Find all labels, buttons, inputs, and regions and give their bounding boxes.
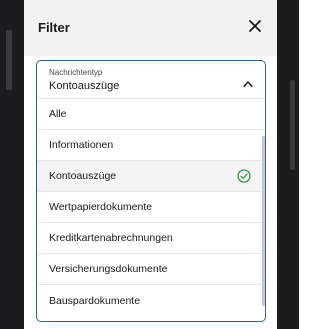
- message-type-dropdown[interactable]: Nachrichtentyp Kontoauszüge Alle Informa…: [36, 60, 266, 322]
- dropdown-selected-value: Kontoauszüge: [49, 80, 120, 92]
- dropdown-header[interactable]: Nachrichtentyp Kontoauszüge: [37, 61, 265, 99]
- chevron-up-icon[interactable]: [243, 80, 253, 88]
- option-kreditkartenabrechnungen[interactable]: Kreditkartenabrechnungen: [37, 223, 265, 254]
- close-button[interactable]: [243, 14, 267, 38]
- option-label: Versicherungsdokumente: [49, 263, 168, 275]
- device-side-button: [290, 80, 295, 170]
- option-versicherungsdokumente[interactable]: Versicherungsdokumente: [37, 254, 265, 285]
- filter-sheet: Nachrichtentyp Kontoauszüge Alle Informa…: [24, 56, 277, 329]
- option-label: Kreditkartenabrechnungen: [49, 232, 173, 244]
- option-wertpapierdokumente[interactable]: Wertpapierdokumente: [37, 192, 265, 223]
- option-label: Kontoauszüge: [49, 170, 117, 182]
- option-label: Wertpapierdokumente: [49, 201, 153, 213]
- option-list: Alle Informationen Kontoauszüge Wertpapi…: [37, 99, 265, 316]
- scrollbar[interactable]: [262, 136, 265, 306]
- device-frame-left: [0, 0, 24, 329]
- check-circle-icon: [237, 169, 251, 183]
- option-label: Bauspardokumente: [49, 294, 141, 307]
- option-bauspardokumente[interactable]: Bauspardokumente: [37, 285, 265, 316]
- device-frame-right: [277, 0, 299, 329]
- device-side-button: [6, 30, 12, 90]
- page-title: Filter: [38, 20, 70, 35]
- option-label: Alle: [49, 108, 67, 120]
- dropdown-label: Nachrichtentyp: [49, 68, 103, 77]
- option-kontoauszuege[interactable]: Kontoauszüge: [37, 161, 265, 192]
- option-alle[interactable]: Alle: [37, 99, 265, 130]
- screen: Filter Nachrichtentyp Kontoauszüge Alle …: [24, 0, 277, 329]
- option-informationen[interactable]: Informationen: [37, 130, 265, 161]
- filter-header: Filter: [24, 0, 277, 56]
- close-icon: [249, 20, 261, 32]
- option-label: Informationen: [49, 139, 114, 151]
